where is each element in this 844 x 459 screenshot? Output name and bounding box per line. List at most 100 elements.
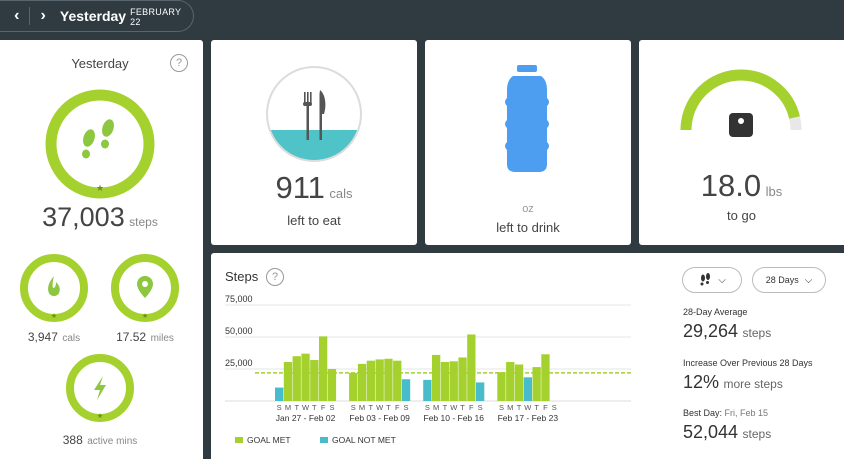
- calories-stat: 3,947 cals: [27, 330, 81, 344]
- day-label: M: [359, 403, 365, 412]
- distance-ring: ★: [111, 254, 179, 322]
- day-label: S: [329, 403, 334, 412]
- step-bar: [514, 364, 524, 401]
- step-bar: [292, 356, 301, 401]
- food-plate: [266, 66, 362, 162]
- divider: [29, 7, 31, 25]
- day-label: M: [285, 403, 291, 412]
- help-icon[interactable]: ?: [266, 268, 284, 286]
- range-dropdown[interactable]: 28 Days ⌵: [752, 267, 826, 293]
- water-card[interactable]: oz left to drink: [425, 40, 631, 245]
- legend-label-not-met: GOAL NOT MET: [332, 435, 396, 445]
- weight-value: 18.0 lbs: [700, 168, 783, 203]
- flame-icon: [48, 276, 60, 296]
- week-label: Feb 03 - Feb 09: [349, 413, 410, 423]
- stat-average: 28-Day Average 29,264 steps: [683, 307, 772, 341]
- step-bar: [349, 372, 358, 401]
- steps-chart-card: Steps ? 75,000 50,000 25,000 S M T W T F S S M T W T F S…: [211, 253, 844, 459]
- step-bar: [283, 361, 293, 401]
- lightning-icon: [94, 376, 106, 400]
- date-label: FEBRUARY 22: [130, 7, 182, 27]
- chevron-right-icon[interactable]: ›: [32, 5, 53, 27]
- active-ring: ★: [66, 354, 134, 422]
- step-bar: [275, 387, 284, 401]
- weight-label: to go: [727, 208, 756, 223]
- day-label: T: [460, 403, 465, 412]
- food-card[interactable]: 911 cals left to eat: [211, 40, 417, 245]
- day-label: T: [534, 403, 539, 412]
- step-bar: [541, 354, 550, 401]
- day-label: T: [312, 403, 317, 412]
- step-bar: [440, 361, 450, 401]
- day-label: F: [469, 403, 474, 412]
- step-bar: [523, 377, 532, 401]
- legend-label-met: GOAL MET: [247, 435, 291, 445]
- day-label: S: [552, 403, 557, 412]
- stat-increase: Increase Over Previous 28 Days 12% more …: [683, 358, 813, 392]
- day-label: F: [395, 403, 400, 412]
- step-bar: [310, 360, 319, 401]
- food-label: left to eat: [287, 213, 341, 228]
- day-label: T: [294, 403, 299, 412]
- day-label: W: [450, 403, 458, 412]
- day-label: M: [433, 403, 439, 412]
- day-label: S: [404, 403, 409, 412]
- step-bar: [467, 334, 476, 401]
- date-navigator: ‹ › Yesterday FEBRUARY 22: [0, 0, 194, 32]
- day-label: S: [499, 403, 504, 412]
- step-bar: [423, 379, 432, 401]
- food-value: 911 cals: [275, 170, 353, 205]
- day-label: F: [543, 403, 548, 412]
- step-bar: [319, 336, 328, 401]
- day-label: S: [351, 403, 356, 412]
- week-label: Feb 17 - Feb 23: [498, 413, 559, 423]
- scale-icon: [729, 113, 753, 137]
- step-bar: [393, 360, 402, 401]
- step-bar: [366, 360, 375, 401]
- svg-text:★: ★: [51, 312, 57, 320]
- day-label: T: [517, 403, 522, 412]
- steps-ring: ★: [45, 89, 155, 199]
- metric-dropdown[interactable]: ⌵: [682, 267, 742, 293]
- chevron-left-icon[interactable]: ‹: [6, 5, 27, 27]
- step-bar: [432, 354, 441, 401]
- water-unit: oz: [522, 203, 534, 215]
- day-label: T: [386, 403, 391, 412]
- help-icon[interactable]: ?: [170, 54, 188, 72]
- step-bar: [506, 361, 515, 401]
- svg-text:★: ★: [142, 312, 148, 320]
- chevron-down-icon: ⌵: [804, 274, 813, 286]
- page-title: Yesterday: [59, 8, 127, 24]
- footsteps-icon: [82, 119, 114, 159]
- calories-ring: ★: [20, 254, 88, 322]
- active-stat: 388 active mins: [62, 433, 138, 447]
- week-label: Feb 10 - Feb 16: [424, 413, 485, 423]
- weight-gauge: [680, 69, 802, 137]
- step-bar: [497, 372, 506, 401]
- day-label: T: [443, 403, 448, 412]
- step-bar: [357, 363, 367, 401]
- stat-best-day: Best Day: Fri, Feb 15 52,044 steps: [683, 408, 772, 442]
- steps-bar-chart: 75,00050,00025,000S M T W T F S S M T W T F S S M T W T F S S…: [225, 294, 631, 445]
- step-bar: [375, 359, 384, 401]
- water-label: left to drink: [496, 220, 560, 235]
- day-label: M: [507, 403, 513, 412]
- step-bar: [301, 353, 310, 401]
- y-tick-label: 50,000: [225, 326, 253, 336]
- legend-swatch-not-met: [320, 437, 328, 443]
- distance-stat: 17.52 miles: [116, 330, 174, 344]
- weight-card[interactable]: 18.0 lbs to go: [639, 40, 844, 245]
- day-label: S: [478, 403, 483, 412]
- step-bar: [327, 369, 337, 401]
- step-bar: [476, 382, 485, 401]
- y-tick-label: 25,000: [225, 358, 253, 368]
- steps-chart-title: Steps: [225, 269, 259, 284]
- steps-stat: 37,003 steps: [42, 202, 158, 232]
- step-bar: [449, 361, 458, 401]
- water-bottle-icon: [505, 65, 549, 172]
- step-bar: [401, 379, 411, 401]
- day-label: T: [369, 403, 374, 412]
- summary-card: Yesterday ? ★ 37,003 steps ★ 3,947 cals …: [0, 40, 203, 459]
- day-label: F: [321, 403, 326, 412]
- day-label: S: [277, 403, 282, 412]
